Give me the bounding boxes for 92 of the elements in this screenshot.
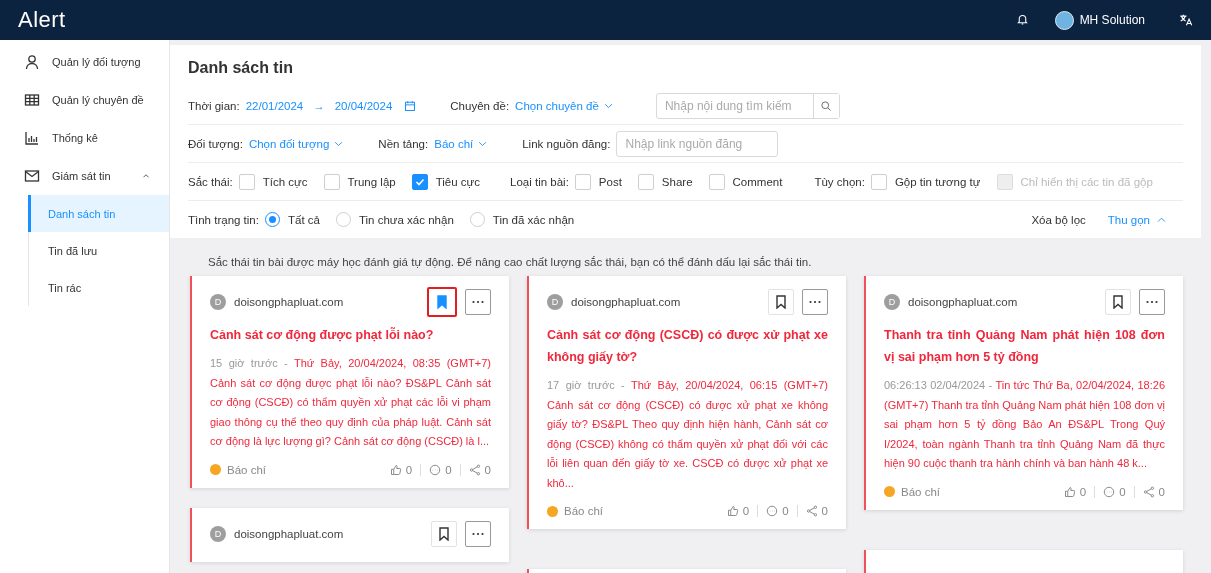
page-title: Danh sách tin (188, 59, 294, 77)
comment-count: 0 (782, 505, 789, 517)
checkbox[interactable]: Trung lập (323, 173, 396, 190)
platform-label: Báo chí (564, 505, 603, 517)
user-name[interactable]: MH Solution (1079, 13, 1145, 27)
bookmark-icon (436, 295, 448, 309)
share-icon (468, 463, 481, 476)
filter-label: Link nguồn đăng: (522, 137, 611, 150)
ellipsis-icon (1145, 300, 1159, 304)
filter-label: Chuyên đề: (450, 99, 510, 112)
bookmark-button[interactable] (427, 287, 457, 317)
thumbs-up-icon (726, 505, 739, 517)
source-avatar: D (210, 525, 226, 542)
checkbox[interactable]: Share (637, 173, 693, 190)
checkbox[interactable]: Gộp tin tương tự (870, 173, 981, 190)
bookmark-icon (775, 295, 787, 309)
translate-icon (1179, 13, 1193, 27)
source-name: doisongphapluat.com (908, 296, 1019, 308)
comment-icon (766, 505, 779, 517)
calendar-icon (404, 99, 417, 112)
user-avatar[interactable] (1054, 10, 1074, 30)
sidebar-item[interactable]: Quản lý chuyên đề (0, 81, 169, 119)
radio-option[interactable]: Tin đã xác nhận (469, 212, 575, 227)
table-icon (24, 92, 40, 108)
sidebar-subitem[interactable]: Tin đã lưu (28, 232, 169, 269)
filter-label: Nền tảng: (378, 137, 429, 150)
like-count: 0 (742, 505, 750, 517)
comment-icon (429, 463, 442, 476)
radio-option[interactable]: Tất cả (264, 212, 320, 227)
checkbox[interactable]: Post (574, 173, 622, 190)
like-count: 0 (1079, 485, 1087, 498)
filter-label: Sắc thái: (188, 175, 233, 188)
news-title[interactable]: Cảnh sát cơ động được phạt lỗi nào? (210, 324, 491, 346)
user-icon (24, 54, 40, 70)
share-count: 0 (484, 463, 491, 476)
sidebar-item[interactable]: Quản lý đối tượng (0, 43, 169, 81)
comment-icon (1103, 485, 1116, 498)
news-title[interactable]: Thanh tra tỉnh Quảng Nam phát hiện 108 đơn vị sai phạm hơn 5 tỷ đồng (884, 324, 1165, 368)
source-avatar: D (547, 294, 563, 310)
filter-label: Thời gian: (188, 99, 240, 112)
source-avatar: D (210, 294, 226, 310)
ellipsis-icon (471, 531, 485, 536)
link-field[interactable]: Nhập link nguồn đăng (616, 130, 779, 157)
more-button[interactable] (465, 289, 491, 315)
share-icon (1142, 485, 1155, 498)
platform-label: Báo chí (227, 463, 266, 476)
filter-label: Loại tin bài: (510, 175, 569, 188)
like-count: 0 (405, 463, 413, 476)
bell-icon (1015, 12, 1029, 26)
checkbox[interactable]: Comment (708, 173, 783, 190)
search-field[interactable]: Nhập nội dung tìm kiếm (655, 92, 840, 119)
share-count: 0 (1158, 485, 1165, 498)
search-button[interactable] (812, 93, 839, 118)
comment-count: 0 (445, 463, 452, 476)
checkbox[interactable]: Tích cực (238, 173, 308, 190)
share-icon (805, 505, 818, 517)
filter-label: Đối tượng: (188, 137, 243, 150)
bookmark-icon (1112, 295, 1124, 309)
date-arrow: → (313, 99, 325, 112)
source-name: doisongphapluat.com (234, 296, 345, 308)
checkbox[interactable]: Tiêu cực (411, 173, 480, 190)
filter-label: Tùy chọn: (814, 175, 865, 188)
news-title[interactable]: Cảnh sát cơ động (CSCĐ) có được xử phạt xe không giấy tờ? (547, 324, 828, 368)
notice-text: Sắc thái tin bài được máy học đánh giá tự động. Để nâng cao chất lượng sắc thái, bạn có thể đánh dấu lại sắc thái tin. (207, 255, 813, 270)
filter-label: Tình trạng tin: (188, 213, 259, 226)
clear-filter-link[interactable]: Xóa bộ lọc (1031, 213, 1086, 226)
more-button[interactable] (802, 289, 828, 315)
thumbs-up-icon (1063, 485, 1076, 498)
sidebar-item[interactable]: Thống kê (0, 119, 169, 157)
radio-option[interactable]: Tin chưa xác nhận (335, 212, 454, 227)
ellipsis-icon (808, 300, 822, 304)
share-count: 0 (821, 505, 828, 517)
source-name: doisongphapluat.com (571, 296, 682, 308)
sidebar-subitem[interactable]: Tin rác (28, 269, 169, 306)
ellipsis-icon (471, 300, 485, 304)
thumbs-up-icon (389, 463, 402, 476)
platform-label: Báo chí (901, 485, 940, 498)
news-excerpt: 15 giờ trước - Thứ Bảy, 20/04/2024, 08:35 (GMT+7) Cảnh sát cơ động được phạt lỗi nào? ĐS&PL Cảnh sát cơ động (CSCĐ) có thẩm quyền xử phạt các lỗi vi phạm giao thông cụ thể theo quy định của pháp luật. Cảnh sát cơ động là lực lượng gì? Cảnh sát cơ động (CSCĐ) là l... (210, 356, 491, 449)
bookmark-icon (438, 526, 450, 541)
comment-count: 0 (1119, 485, 1126, 498)
bar-chart-icon (24, 130, 40, 146)
more-button[interactable] (465, 520, 491, 547)
app-logo: Alert (18, 7, 66, 33)
news-excerpt: 17 giờ trước - Thứ Bảy, 20/04/2024, 06:15 (GMT+7) Cảnh sát cơ động (CSCĐ) có được xử phạt xe không giấy tờ? ĐS&PL Theo quy định hiện hành, Cảnh sát cơ động (CSCĐ) không có thẩm quyền xử phạt đối với các lỗi liên quan đến giấy tờ xe. CSCĐ có được xử phạt xe khô... (547, 378, 828, 491)
checkmark-icon (414, 176, 425, 187)
mail-icon (24, 168, 40, 184)
source-avatar: D (884, 294, 900, 310)
more-button[interactable] (1139, 289, 1165, 315)
source-name: doisongphapluat.com (234, 527, 345, 540)
news-excerpt: 06:26:13 02/04/2024 - Tin tức Thứ Ba, 02/04/2024, 18:26 (GMT+7) Thanh tra tỉnh Quảng Nam phát hiện 108 đơn vị sai phạm hơn 5 tỷ đồng Bảo An ĐS&PL Trong Quý I/2024, toàn ngành Thanh tra tỉnh Quảng Nam đã thực hiện 90 cuộc thanh tra hành chính và ban hành 48 k... (884, 378, 1165, 471)
search-icon (820, 99, 833, 112)
sidebar-item[interactable]: Giám sát tin (0, 157, 169, 195)
